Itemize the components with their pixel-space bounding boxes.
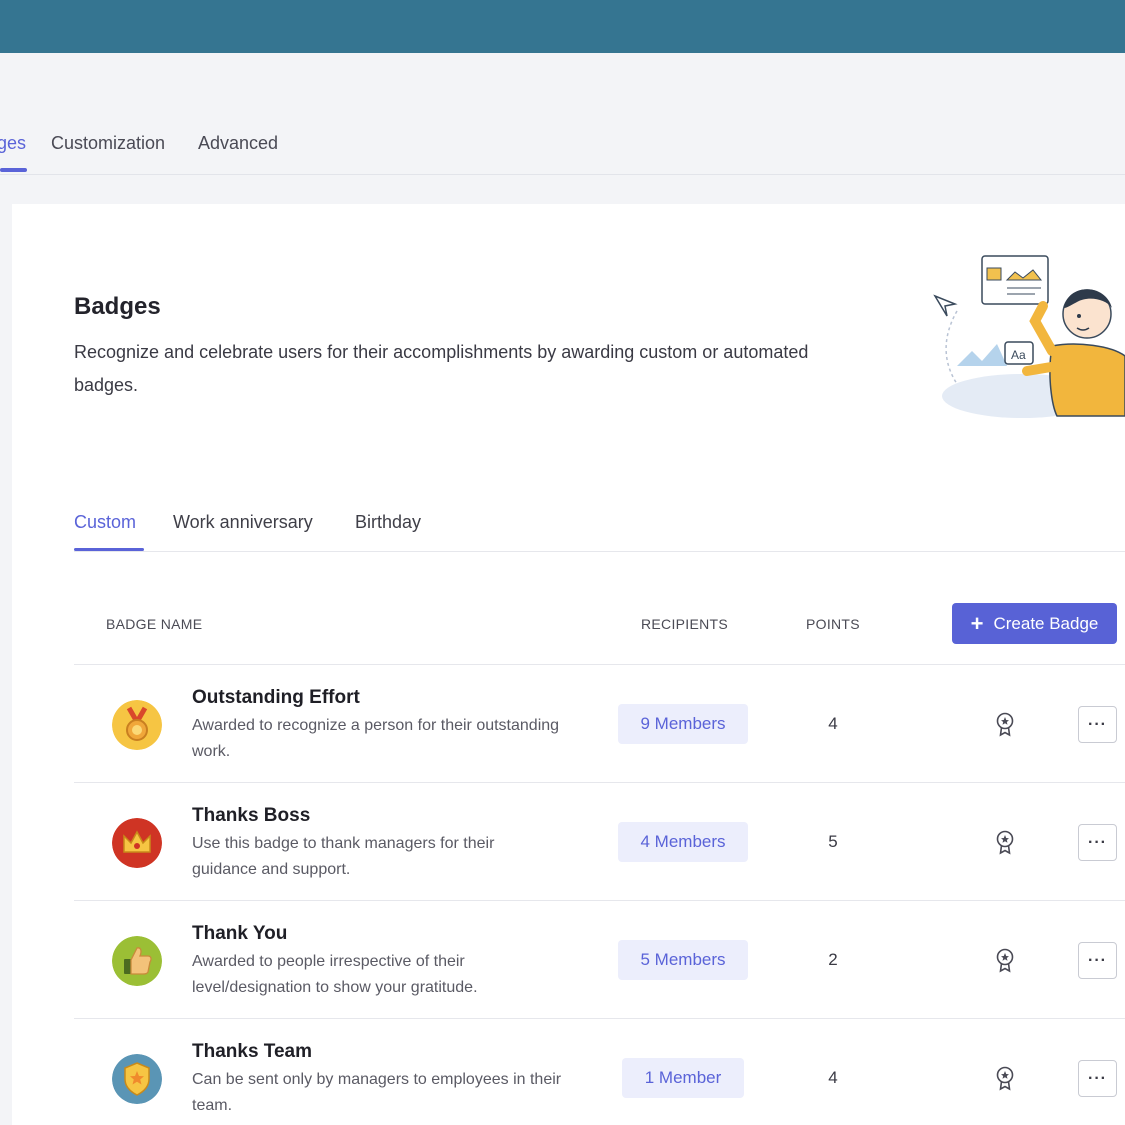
badge-description: Use this badge to thank managers for the…: [192, 835, 495, 878]
active-subtab-indicator: [74, 548, 144, 551]
thumbs-up-icon: [112, 936, 162, 986]
crown-icon: [112, 818, 162, 868]
recipients-button[interactable]: 1 Member: [622, 1058, 744, 1098]
create-badge-button[interactable]: + Create Badge: [952, 603, 1117, 644]
points-value: 4: [828, 1068, 838, 1087]
award-icon[interactable]: [994, 829, 1016, 855]
recipients-button[interactable]: 5 Members: [618, 940, 748, 980]
column-header-points: POINTS: [806, 616, 860, 632]
svg-text:Aa: Aa: [1011, 348, 1026, 362]
tab-advanced[interactable]: Advanced: [198, 133, 278, 154]
recipients-button[interactable]: 4 Members: [618, 822, 748, 862]
tab-work-anniversary[interactable]: Work anniversary: [173, 512, 313, 533]
badge-name: Thank You: [192, 923, 288, 944]
tab-birthday[interactable]: Birthday: [355, 512, 421, 533]
award-icon[interactable]: [994, 1065, 1016, 1091]
page-title: Badges: [74, 293, 161, 320]
top-app-bar: [0, 0, 1125, 53]
badges-table-body: Outstanding Effort Awarded to recognize …: [74, 665, 1125, 1125]
points-value: 5: [828, 832, 838, 851]
table-row: Thank You Awarded to people irrespective…: [74, 901, 1125, 1019]
badges-card: Badges Recognize and celebrate users for…: [12, 204, 1125, 1125]
more-options-button[interactable]: ···: [1078, 824, 1117, 861]
table-header: BADGE NAME RECIPIENTS POINTS + Create Ba…: [74, 599, 1125, 665]
badges-illustration: Aa: [933, 255, 1125, 418]
tab-custom[interactable]: Custom: [74, 512, 136, 533]
active-tab-indicator: [0, 168, 27, 172]
more-options-button[interactable]: ···: [1078, 706, 1117, 743]
points-value: 4: [828, 714, 838, 733]
plus-icon: +: [970, 610, 984, 636]
table-row: Outstanding Effort Awarded to recognize …: [74, 665, 1125, 783]
create-badge-label: Create Badge: [993, 613, 1099, 633]
settings-tabs: ges Customization Advanced: [0, 118, 1125, 175]
table-row: Thanks Boss Use this badge to thank mana…: [74, 783, 1125, 901]
column-header-badge-name: BADGE NAME: [106, 616, 203, 632]
more-options-button[interactable]: ···: [1078, 1060, 1117, 1097]
shield-star-icon: [112, 1054, 162, 1104]
page-description: Recognize and celebrate users for their …: [74, 342, 809, 395]
table-row: Thanks Team Can be sent only by managers…: [74, 1019, 1125, 1125]
badge-type-tabs: Custom Work anniversary Birthday: [74, 504, 1125, 552]
badge-name: Thanks Boss: [192, 805, 311, 826]
points-value: 2: [828, 950, 838, 969]
tab-badges[interactable]: ges: [0, 133, 26, 154]
badge-description: Can be sent only by managers to employee…: [192, 1071, 562, 1114]
badge-description: Awarded to recognize a person for their …: [192, 717, 560, 760]
badge-description: Awarded to people irrespective of their …: [192, 953, 478, 996]
tab-customization[interactable]: Customization: [51, 133, 165, 154]
award-icon[interactable]: [994, 711, 1016, 737]
column-header-recipients: RECIPIENTS: [641, 616, 729, 632]
more-options-button[interactable]: ···: [1078, 942, 1117, 979]
medal-icon: [112, 700, 162, 750]
badge-name: Thanks Team: [192, 1041, 313, 1062]
award-icon[interactable]: [994, 947, 1016, 973]
recipients-button[interactable]: 9 Members: [618, 704, 748, 744]
badge-name: Outstanding Effort: [192, 687, 360, 708]
